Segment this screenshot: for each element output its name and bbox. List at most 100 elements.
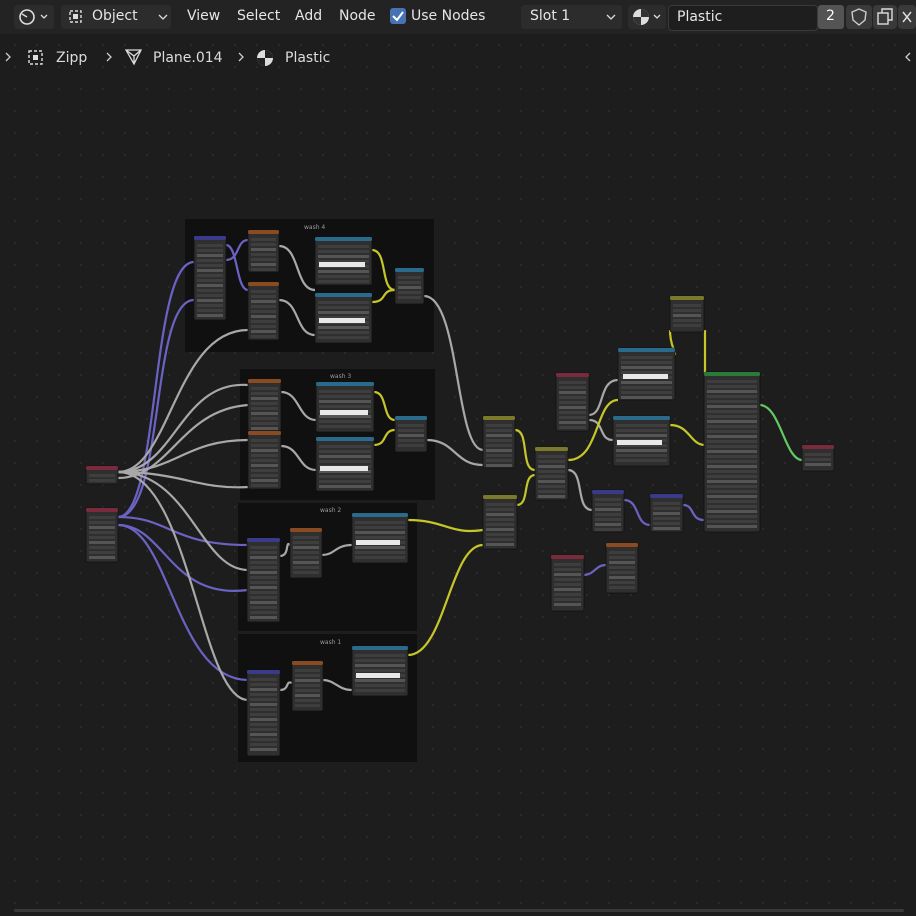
node-field bbox=[318, 331, 369, 334]
node-field bbox=[250, 708, 277, 711]
node-field bbox=[595, 503, 621, 506]
node-field bbox=[250, 723, 277, 726]
shader-node[interactable] bbox=[801, 444, 835, 472]
node-field bbox=[673, 314, 701, 317]
node-field bbox=[318, 336, 369, 339]
node-header bbox=[592, 490, 624, 494]
color-ramp-preview[interactable] bbox=[319, 318, 365, 323]
node-field bbox=[251, 407, 278, 410]
node-field bbox=[251, 315, 276, 318]
node-field bbox=[559, 386, 586, 389]
shader-node[interactable] bbox=[247, 229, 280, 273]
node-field bbox=[707, 505, 757, 508]
node-field bbox=[554, 588, 581, 591]
node-field bbox=[319, 480, 371, 483]
shader-node[interactable] bbox=[246, 669, 281, 757]
node-field bbox=[197, 264, 223, 267]
node-field bbox=[89, 526, 115, 529]
node-field bbox=[355, 556, 405, 559]
node-field bbox=[251, 320, 276, 323]
node-field bbox=[398, 296, 421, 299]
node-field bbox=[251, 454, 278, 457]
shader-node[interactable] bbox=[85, 465, 119, 485]
node-field bbox=[707, 485, 757, 488]
node-field bbox=[251, 427, 278, 430]
shader-node[interactable] bbox=[291, 660, 324, 712]
shader-node[interactable] bbox=[534, 446, 569, 501]
shader-node[interactable] bbox=[649, 493, 684, 533]
shader-node[interactable] bbox=[247, 378, 282, 432]
shader-node[interactable] bbox=[394, 267, 425, 305]
node-field bbox=[251, 335, 276, 338]
shader-node[interactable] bbox=[555, 372, 590, 432]
shader-node[interactable] bbox=[591, 489, 625, 533]
shader-node[interactable] bbox=[193, 235, 227, 321]
node-field bbox=[251, 444, 278, 447]
node-field bbox=[293, 571, 319, 574]
shader-node[interactable] bbox=[247, 281, 280, 341]
node-field bbox=[319, 395, 371, 398]
node-field bbox=[89, 536, 115, 539]
node-field bbox=[653, 507, 680, 510]
node-field bbox=[251, 422, 278, 425]
node-field bbox=[250, 693, 277, 696]
node-field bbox=[707, 410, 757, 413]
node-graph[interactable]: wash 4 wash 3 wash 2 wash 1 bbox=[0, 0, 916, 916]
node-field bbox=[251, 469, 278, 472]
node-field bbox=[673, 309, 701, 312]
node-field bbox=[559, 381, 586, 384]
node-field bbox=[707, 490, 757, 493]
node-field bbox=[319, 400, 371, 403]
node-field bbox=[707, 515, 757, 518]
node-field bbox=[250, 698, 277, 701]
shader-node[interactable] bbox=[246, 537, 281, 623]
color-ramp-preview[interactable] bbox=[617, 440, 662, 445]
node-field bbox=[197, 294, 223, 297]
shader-node[interactable] bbox=[247, 430, 282, 490]
node-field bbox=[197, 254, 223, 257]
color-ramp-preview[interactable] bbox=[623, 374, 668, 379]
node-field bbox=[538, 455, 565, 458]
node-header bbox=[551, 555, 584, 559]
shader-node[interactable] bbox=[85, 507, 119, 563]
shader-node[interactable] bbox=[315, 381, 375, 433]
shader-node[interactable] bbox=[482, 415, 516, 469]
color-ramp-preview[interactable] bbox=[319, 262, 365, 267]
shader-node[interactable] bbox=[703, 371, 761, 533]
node-field bbox=[538, 480, 565, 483]
node-field bbox=[621, 356, 672, 359]
color-ramp-preview[interactable] bbox=[320, 410, 368, 415]
shader-node[interactable] bbox=[605, 542, 639, 594]
node-field bbox=[89, 546, 115, 549]
node-field bbox=[707, 510, 757, 513]
node-field bbox=[250, 748, 277, 751]
color-ramp-preview[interactable] bbox=[356, 673, 400, 678]
node-field bbox=[293, 536, 319, 539]
node-field bbox=[251, 464, 278, 467]
node-field bbox=[89, 521, 115, 524]
node-field bbox=[707, 400, 757, 403]
node-header bbox=[248, 230, 279, 234]
shader-node[interactable] bbox=[314, 236, 373, 286]
nodes[interactable] bbox=[85, 229, 835, 757]
shader-node[interactable] bbox=[351, 512, 409, 564]
node-field bbox=[486, 528, 514, 531]
node-field bbox=[538, 475, 565, 478]
shader-node[interactable] bbox=[289, 527, 323, 579]
node-field bbox=[707, 385, 757, 388]
node-header bbox=[247, 538, 280, 542]
shader-node[interactable] bbox=[351, 645, 409, 697]
shader-node[interactable] bbox=[669, 295, 705, 333]
color-ramp-preview[interactable] bbox=[356, 540, 400, 545]
shader-node[interactable] bbox=[550, 554, 585, 612]
shader-node[interactable] bbox=[482, 494, 518, 550]
node-field bbox=[251, 253, 276, 256]
node-header bbox=[618, 348, 675, 352]
horizontal-scrollbar[interactable] bbox=[14, 909, 904, 912]
shader-node[interactable] bbox=[315, 436, 375, 492]
node-field bbox=[250, 703, 277, 706]
shader-node[interactable] bbox=[394, 415, 428, 453]
node-field bbox=[250, 581, 277, 584]
color-ramp-preview[interactable] bbox=[320, 466, 368, 471]
node-field bbox=[250, 591, 277, 594]
